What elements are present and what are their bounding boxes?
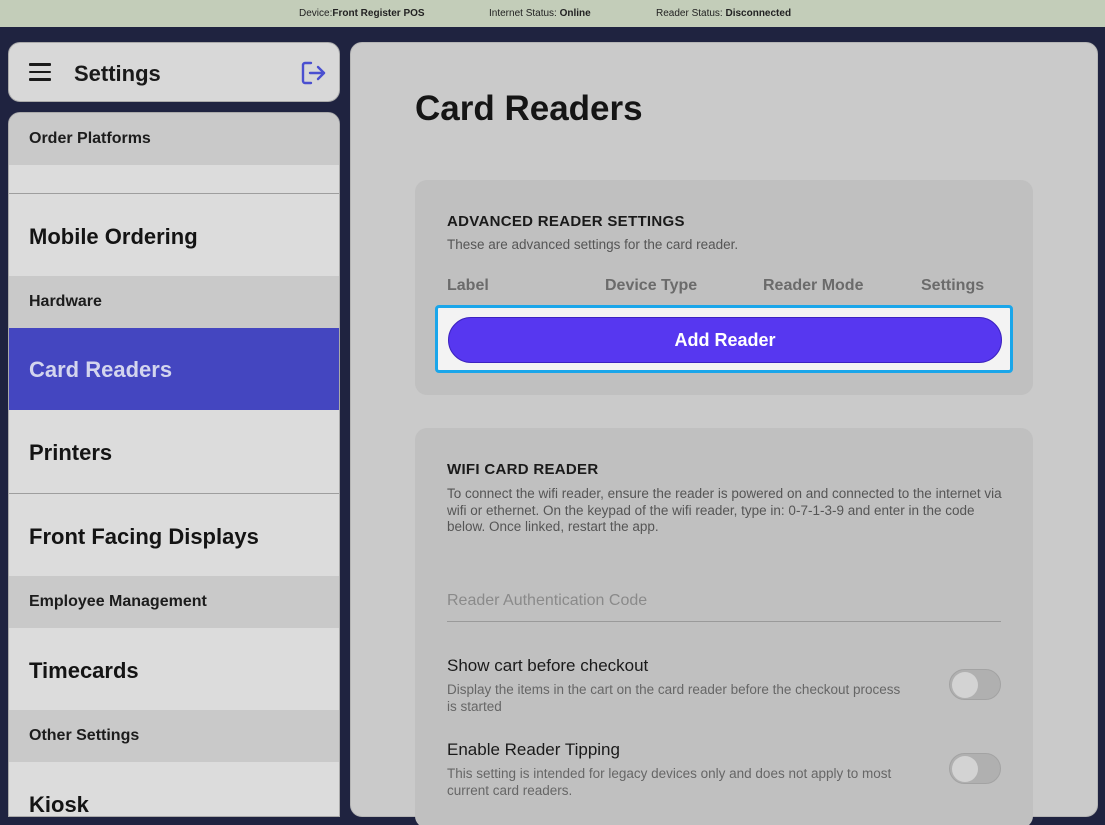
section-order-platforms: Order Platforms (9, 113, 339, 165)
toggle-knob (952, 672, 978, 698)
section-label: Order Platforms (29, 130, 151, 147)
reader-tipping-toggle[interactable] (949, 753, 1001, 784)
reader-status: Reader Status: Disconnected (656, 8, 1105, 19)
wifi-card-reader-card: WIFI CARD READER To connect the wifi rea… (415, 428, 1033, 825)
sidebar-item-label: Timecards (29, 658, 139, 683)
sidebar-item-timecards[interactable]: Timecards (9, 628, 339, 710)
section-hardware: Hardware (9, 276, 339, 328)
page-title: Card Readers (415, 89, 643, 128)
sidebar-item-label: Kiosk (29, 792, 89, 817)
show-cart-toggle[interactable] (949, 669, 1001, 700)
option-description-show-cart: Display the items in the cart on the car… (447, 682, 901, 714)
column-header-settings: Settings (921, 277, 985, 294)
advanced-reader-settings-card: ADVANCED READER SETTINGS These are advan… (415, 180, 1033, 395)
sidebar-item-card-readers[interactable]: Card Readers (9, 328, 339, 410)
toggle-knob (952, 756, 978, 782)
device-label: Device: (299, 8, 333, 19)
card-title: ADVANCED READER SETTINGS (447, 213, 685, 230)
option-description-reader-tipping: This setting is intended for legacy devi… (447, 766, 892, 798)
reader-value: Disconnected (725, 8, 792, 19)
reader-auth-code-field[interactable] (447, 588, 1001, 622)
sidebar-item-printers[interactable]: Printers (9, 410, 339, 493)
section-employee-management: Employee Management (9, 576, 339, 628)
section-label: Other Settings (29, 727, 140, 744)
sidebar-item-label: Mobile Ordering (29, 224, 198, 249)
column-header-reader-mode: Reader Mode (763, 277, 864, 294)
section-label: Hardware (29, 293, 102, 310)
sidebar-item-label: Front Facing Displays (29, 524, 259, 549)
card-description: To connect the wifi reader, ensure the r… (447, 486, 1002, 534)
sidebar-item-front-facing-displays[interactable]: Front Facing Displays (9, 494, 339, 576)
card-description: These are advanced settings for the card… (447, 237, 739, 252)
sidebar-item-mobile-ordering[interactable]: Mobile Ordering (9, 194, 339, 276)
internet-label: Internet Status: (489, 8, 560, 19)
column-header-label: Label (447, 277, 489, 294)
main-panel: Card Readers ADVANCED READER SETTINGS Th… (350, 42, 1098, 825)
section-label: Employee Management (29, 593, 207, 610)
sidebar-title: Settings (74, 61, 161, 86)
hamburger-icon[interactable] (29, 63, 51, 81)
sidebar-item-label: Card Readers (29, 357, 173, 382)
device-value: Front Register POS (332, 8, 425, 19)
column-header-device-type: Device Type (605, 277, 698, 294)
option-title-show-cart: Show cart before checkout (447, 656, 649, 675)
sidebar-item-kiosk[interactable]: Kiosk (9, 762, 339, 817)
section-other-settings: Other Settings (9, 710, 339, 762)
reader-label: Reader Status: (656, 8, 726, 19)
sidebar-item-label: Printers (29, 440, 113, 465)
add-reader-button[interactable]: Add Reader (448, 317, 1002, 363)
status-bar: Device:Front Register POS Internet Statu… (0, 0, 1105, 27)
sidebar-header: Settings (8, 42, 340, 102)
reader-auth-code-input[interactable] (447, 592, 1001, 610)
internet-value: Online (559, 8, 591, 19)
option-title-reader-tipping: Enable Reader Tipping (447, 740, 620, 759)
sidebar-nav: Order Platforms Mobile Ordering Hardware… (8, 112, 340, 817)
card-title: WIFI CARD READER (447, 461, 599, 478)
add-reader-focus-ring: Add Reader (435, 305, 1013, 373)
logout-icon[interactable] (301, 61, 327, 85)
